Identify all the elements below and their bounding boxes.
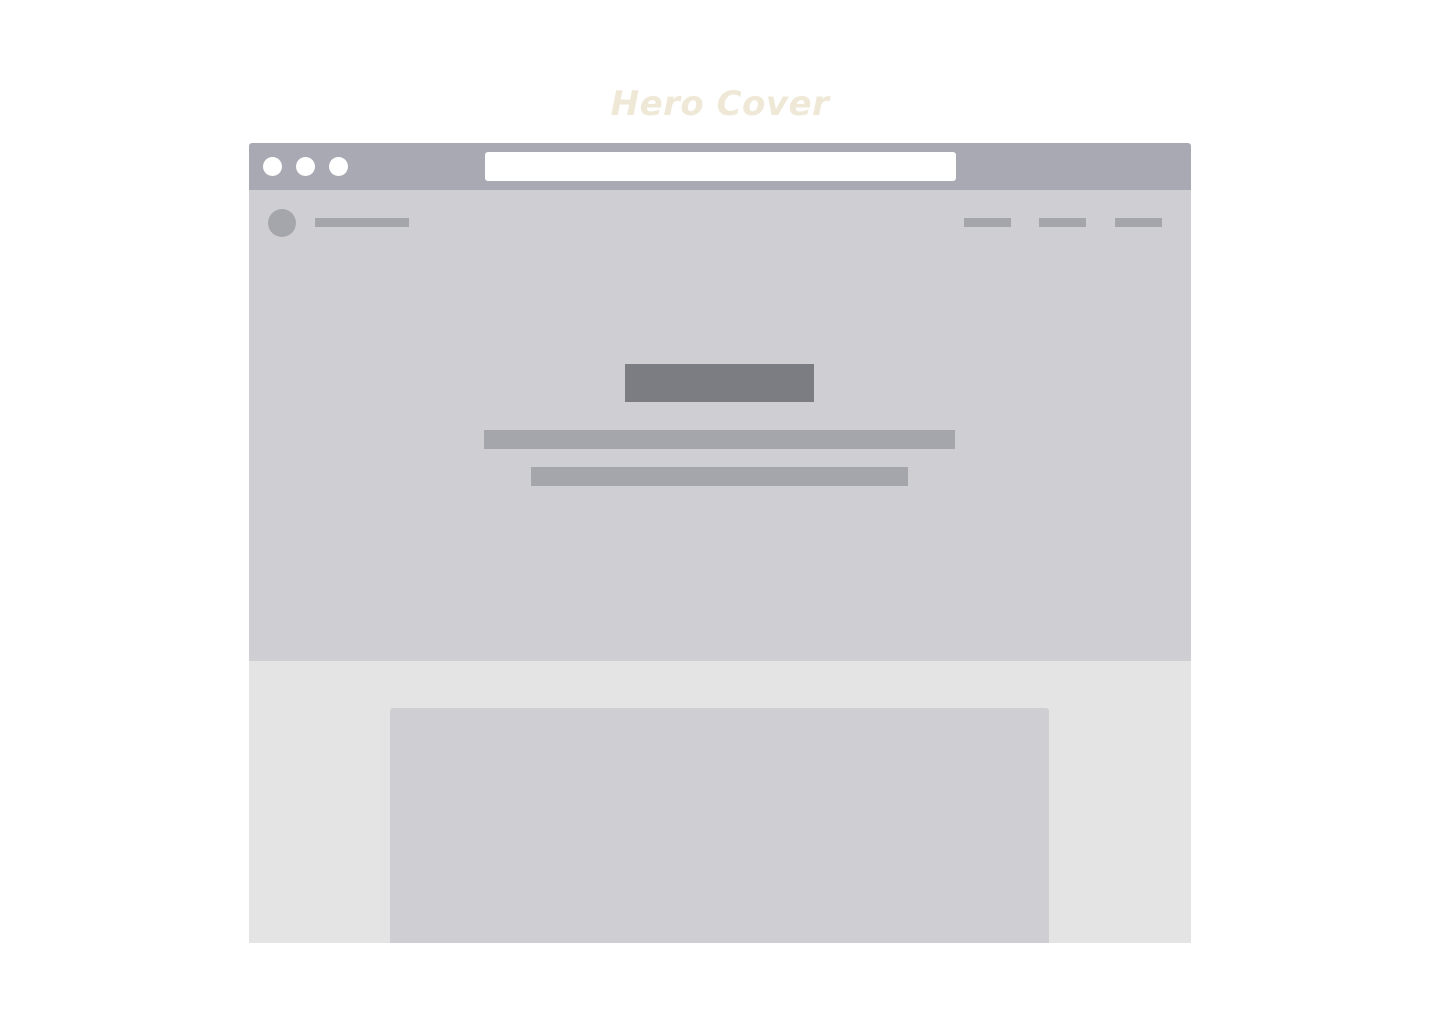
browser-window — [249, 143, 1191, 943]
address-bar[interactable] — [485, 152, 956, 181]
hero-text-line-placeholder-2 — [531, 467, 908, 486]
site-name-placeholder[interactable] — [315, 218, 409, 227]
logo-placeholder-icon[interactable] — [268, 209, 296, 237]
nav-link-placeholder-1[interactable] — [964, 218, 1011, 227]
hero-text-line-placeholder-1 — [484, 430, 955, 449]
browser-titlebar — [249, 143, 1191, 190]
window-dot-close-icon[interactable] — [263, 157, 282, 176]
page: Hero Cover — [0, 0, 1440, 1024]
content-section — [249, 661, 1191, 943]
hero-heading-placeholder — [625, 364, 814, 402]
window-dot-maximize-icon[interactable] — [329, 157, 348, 176]
content-card-placeholder — [390, 708, 1049, 943]
hero-cover-section — [249, 190, 1191, 661]
nav-link-placeholder-2[interactable] — [1039, 218, 1086, 227]
window-dot-minimize-icon[interactable] — [296, 157, 315, 176]
nav-link-placeholder-3[interactable] — [1115, 218, 1162, 227]
diagram-caption: Hero Cover — [610, 84, 830, 124]
